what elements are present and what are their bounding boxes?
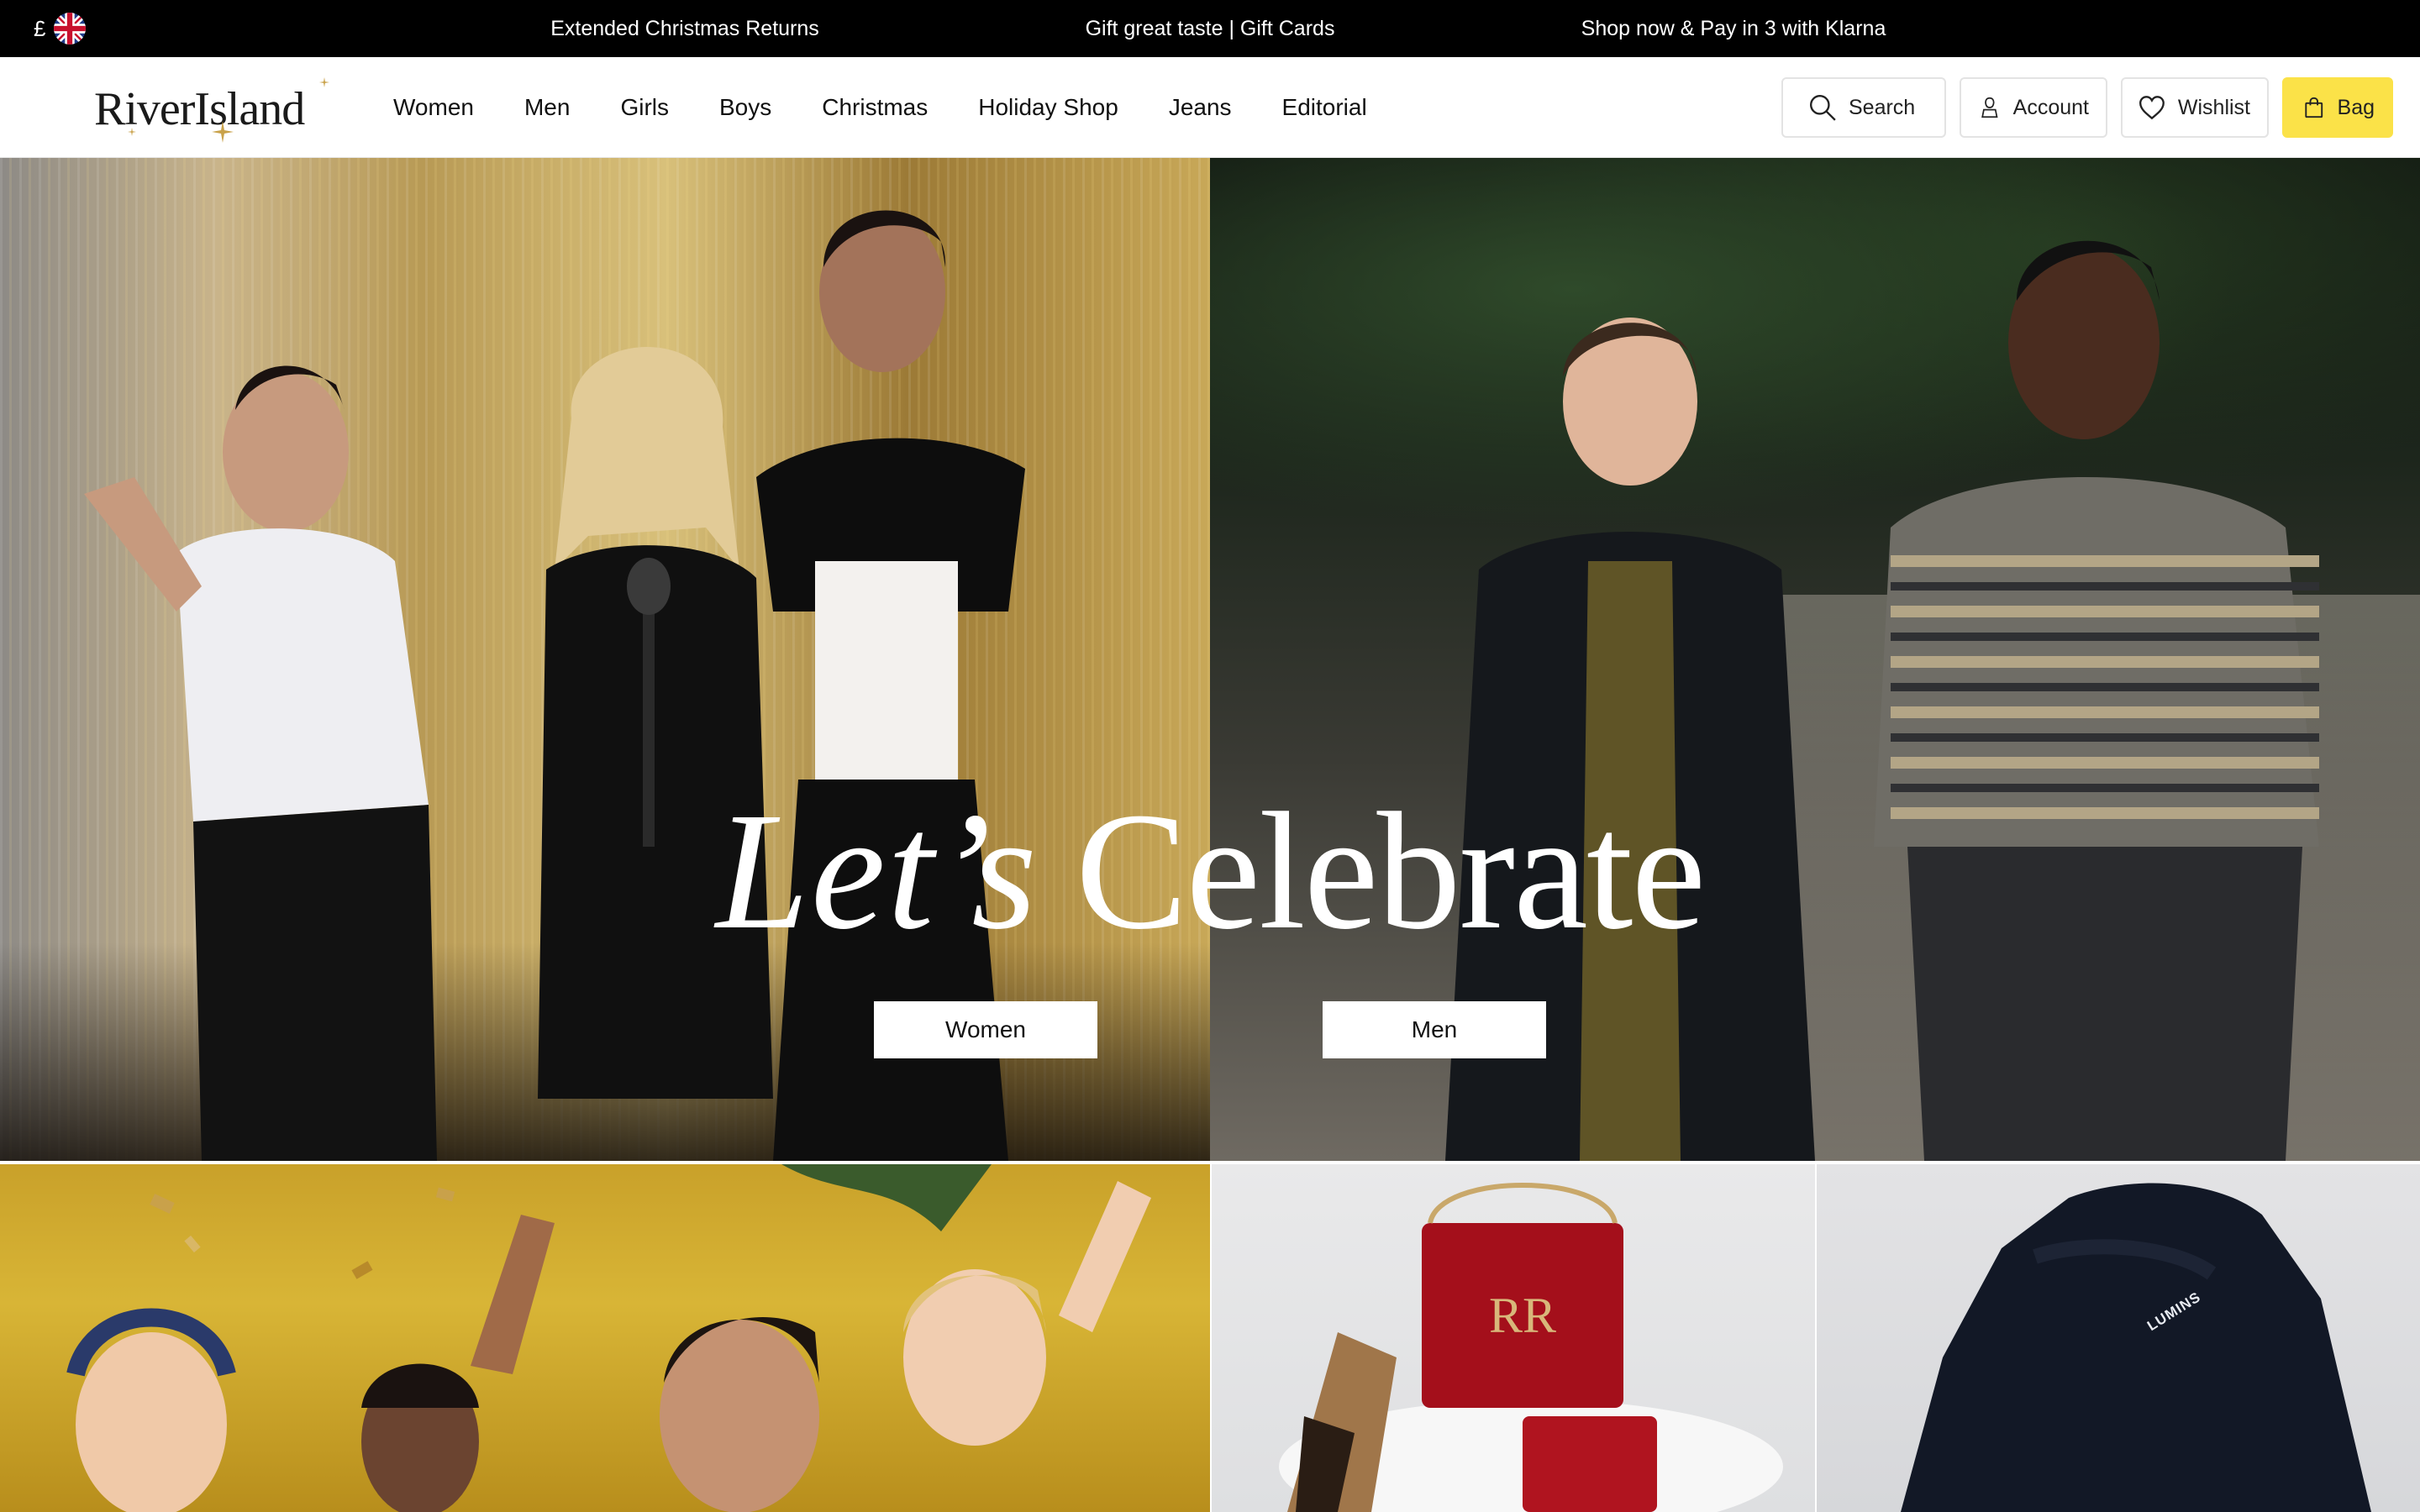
promo-returns-link[interactable]: Extended Christmas Returns [550,0,819,57]
bag-icon [2305,97,2323,118]
shop-women-button[interactable]: Women [874,1001,1097,1058]
promo-klarna-link[interactable]: Shop now & Pay in 3 with Klarna [1581,0,1886,57]
nav-editorial[interactable]: Editorial [1282,94,1367,121]
nav-holiday-shop[interactable]: Holiday Shop [978,94,1118,121]
bag-label: Bag [2337,95,2375,119]
kids-party-tile[interactable] [0,1164,1210,1512]
lumins-hoodie-tile[interactable]: LUMINS [1817,1164,2420,1512]
account-button[interactable]: Account [1960,77,2107,138]
nav-christmas[interactable]: Christmas [822,94,928,121]
logo-star-icon [212,121,234,143]
nav-men[interactable]: Men [524,94,570,121]
accessories-tile[interactable]: RR [1212,1164,1815,1512]
nav-jeans[interactable]: Jeans [1169,94,1232,121]
shop-men-button[interactable]: Men [1323,1001,1546,1058]
woman-figure-left [84,365,437,1161]
kids-party-photo [66,1164,1151,1512]
category-tiles: RR LUMINS [0,1164,2420,1512]
promo-gift-cards-link[interactable]: Gift great taste | Gift Cards [1086,0,1335,57]
wishlist-label: Wishlist [2177,95,2250,119]
hoodie-photo [1901,1183,2371,1512]
promo-bar: £ Extended Christmas Returns Gift great … [0,0,2420,57]
hero-title-italic: Let’s [715,779,1039,964]
currency-selector[interactable]: £ [34,13,87,45]
accessories-photo: RR [1279,1183,1783,1512]
hero-title: Let’s Celebrate [0,775,2420,968]
bag-button[interactable]: Bag [2282,77,2393,138]
nav-women[interactable]: Women [393,94,474,121]
header-actions: Search Account Wishlist Bag [1781,77,2393,138]
hero-title-regular: Celebrate [1076,779,1706,964]
search-button[interactable]: Search [1781,77,1946,138]
logo-sparkle-icon [319,77,329,87]
account-label: Account [2012,95,2089,119]
logo-wordmark: RiverIsland [94,83,305,135]
heart-icon [2139,96,2165,120]
man-figure-right [1874,240,2319,1161]
site-header: RiverIsland Women Men Girls Boys Christm… [0,57,2420,158]
wishlist-button[interactable]: Wishlist [2121,77,2269,138]
logo-sparkle-icon [128,128,136,136]
currency-symbol: £ [34,15,46,41]
person-icon [1981,97,1998,118]
hero-banner[interactable]: Let’s Celebrate [0,158,2420,1161]
nav-boys[interactable]: Boys [719,94,771,121]
river-island-logo[interactable]: RiverIsland [94,76,329,143]
search-label: Search [1849,95,1916,119]
svg-text:RR: RR [1489,1288,1556,1343]
search-icon [1810,95,1836,121]
main-nav: Women Men Girls Boys Christmas Holiday S… [393,57,1367,158]
uk-flag-icon [54,13,87,45]
nav-girls[interactable]: Girls [620,94,669,121]
